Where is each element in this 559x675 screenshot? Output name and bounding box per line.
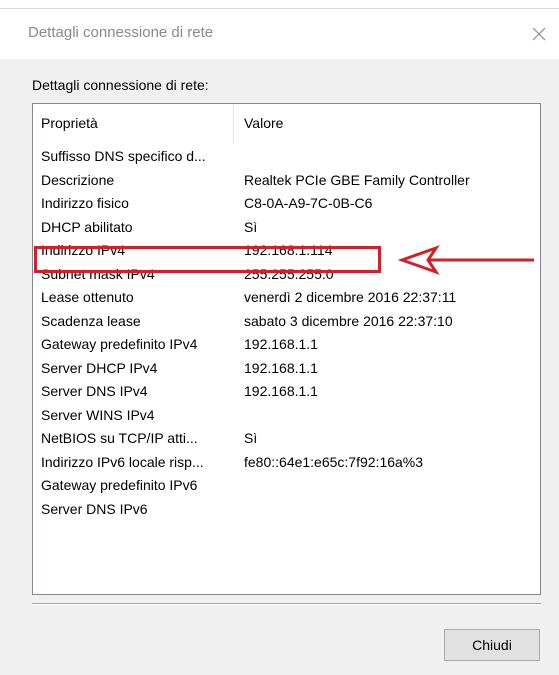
table-row[interactable]: Lease ottenuto venerdì 2 dicembre 2016 22… — [33, 286, 540, 310]
window-top-edge — [0, 0, 559, 9]
value-cell: fe80::64e1:e65c:7f92:16a%3 — [244, 453, 424, 470]
table-row[interactable]: Server DNS IPv4 192.168.1.1 — [33, 380, 540, 404]
value-cell: C8-0A-A9-7C-0B-C6 — [244, 195, 373, 211]
property-cell: Indirizzo IPv4 — [41, 242, 126, 258]
list-header: Proprietà Valore — [33, 104, 540, 144]
table-row[interactable]: Indirizzo fisico C8-0A-A9-7C-0B-C6 — [33, 192, 540, 216]
property-cell: DHCP abilitato — [41, 218, 133, 235]
chiudi-button[interactable]: Chiudi — [444, 629, 540, 661]
property-cell: Suffisso DNS specifico d... — [41, 148, 206, 164]
list-rows: Suffisso DNS specifico d... Descrizione R… — [33, 145, 540, 521]
table-row[interactable]: Descrizione Realtek PCIe GBE Family Contr… — [33, 169, 540, 193]
property-cell: Gateway predefinito IPv6 — [41, 477, 198, 493]
column-separator[interactable] — [233, 104, 234, 144]
title-bar: Dettagli connessione di rete — [0, 9, 559, 59]
title-close-button[interactable] — [519, 14, 559, 54]
table-row[interactable]: Scadenza lease sabato 3 dicembre 2016 22:… — [33, 310, 540, 334]
property-cell: Scadenza lease — [41, 312, 141, 329]
property-cell: Server DHCP IPv4 — [41, 359, 158, 376]
property-cell: Indirizzo IPv6 locale risp... — [41, 453, 204, 470]
column-header-property[interactable]: Proprietà — [41, 115, 98, 131]
property-cell: Server WINS IPv4 — [41, 406, 155, 423]
property-cell: NetBIOS su TCP/IP atti... — [41, 430, 198, 446]
table-row[interactable]: Indirizzo IPv6 locale risp... fe80::64e1:… — [33, 451, 540, 475]
table-row[interactable]: NetBIOS su TCP/IP atti... Sì — [33, 427, 540, 451]
value-cell: 192.168.1.114 — [244, 242, 333, 258]
separator-line — [32, 603, 541, 605]
value-cell: 192.168.1.1 — [244, 383, 318, 399]
network-details-dialog: Dettagli connessione di rete Dettagli co… — [0, 0, 559, 675]
table-row[interactable]: Subnet mask IPv4 255.255.255.0 — [33, 263, 540, 287]
table-row-ipv4-address[interactable]: Indirizzo IPv4 192.168.1.114 — [33, 239, 540, 263]
value-cell: 192.168.1.1 — [244, 336, 318, 352]
details-listview[interactable]: Proprietà Valore Suffisso DNS specifico … — [32, 103, 541, 595]
table-row[interactable]: Server WINS IPv4 — [33, 404, 540, 428]
property-cell: Subnet mask IPv4 — [41, 265, 155, 282]
property-cell: Gateway predefinito IPv4 — [41, 336, 198, 352]
value-cell: Realtek PCIe GBE Family Controller — [244, 171, 470, 188]
value-cell: venerdì 2 dicembre 2016 22:37:11 — [244, 289, 457, 305]
table-row[interactable]: Server DNS IPv6 — [33, 498, 540, 522]
property-cell: Server DNS IPv6 — [41, 500, 148, 517]
close-x-icon — [532, 27, 546, 41]
property-cell: Descrizione — [41, 171, 115, 188]
window-title: Dettagli connessione di rete — [28, 24, 214, 41]
value-cell: sabato 3 dicembre 2016 22:37:10 — [244, 312, 453, 329]
dialog-body: Dettagli connessione di rete: Proprietà … — [0, 59, 559, 675]
value-cell: Sì — [244, 218, 258, 235]
table-row[interactable]: Gateway predefinito IPv6 — [33, 474, 540, 498]
group-label: Dettagli connessione di rete: — [32, 77, 209, 93]
value-cell: 255.255.255.0 — [244, 265, 334, 282]
property-cell: Server DNS IPv4 — [41, 383, 148, 399]
table-row[interactable]: Server DHCP IPv4 192.168.1.1 — [33, 357, 540, 381]
column-header-value[interactable]: Valore — [244, 115, 283, 131]
table-row[interactable]: Gateway predefinito IPv4 192.168.1.1 — [33, 333, 540, 357]
table-row[interactable]: Suffisso DNS specifico d... — [33, 145, 540, 169]
property-cell: Indirizzo fisico — [41, 195, 129, 211]
table-row[interactable]: DHCP abilitato Sì — [33, 216, 540, 240]
value-cell: 192.168.1.1 — [244, 359, 318, 376]
value-cell: Sì — [244, 430, 258, 446]
property-cell: Lease ottenuto — [41, 289, 134, 305]
